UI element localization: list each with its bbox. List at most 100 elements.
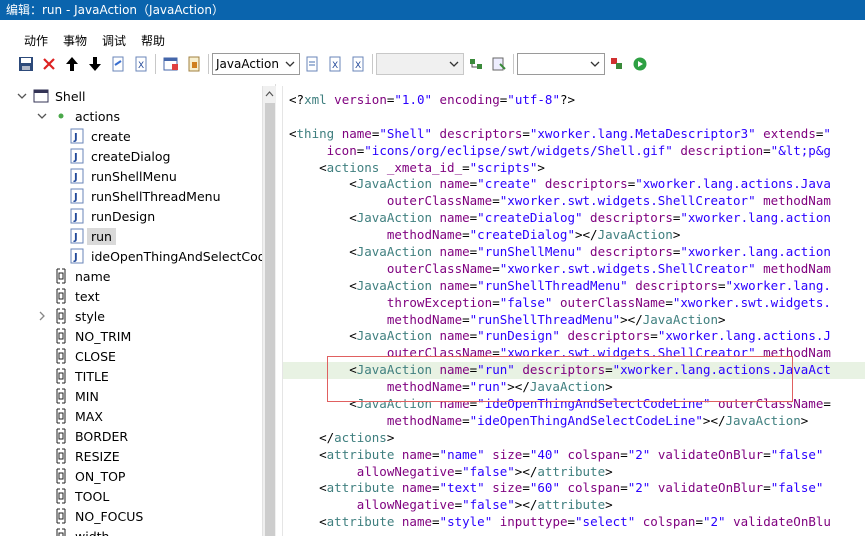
run-button[interactable] xyxy=(628,52,651,76)
tree-item[interactable]: Jrun xyxy=(52,226,116,246)
tree-item[interactable]: NO_FOCUS xyxy=(36,506,143,526)
tree-item[interactable]: width xyxy=(36,526,109,536)
code-token: colspan xyxy=(559,446,621,462)
code-line[interactable]: <JavaAction name = "runShellThreadMenu" de… xyxy=(289,278,831,295)
chevron-down-icon[interactable] xyxy=(36,110,48,122)
code-line[interactable]: <JavaAction name = "runDesign" descriptors… xyxy=(289,328,831,345)
code-line[interactable]: methodName="ideOpenThingAndSelectCodeLin… xyxy=(289,413,831,430)
tree-item-label: actions xyxy=(75,108,120,124)
tree-edit-button[interactable] xyxy=(487,52,510,76)
code-line[interactable]: <JavaAction name="runShellMenu" descript… xyxy=(289,244,831,261)
tree-item[interactable]: JrunDesign xyxy=(52,206,155,226)
tree-add-button[interactable] xyxy=(464,52,487,76)
code-line[interactable]: methodName="createDialog"></JavaAction> xyxy=(289,227,831,244)
attribute-icon xyxy=(53,528,69,536)
scrollbar-thumb[interactable] xyxy=(265,103,275,536)
explorer-button[interactable] xyxy=(159,52,182,76)
code-line[interactable] xyxy=(289,109,831,126)
chevron-down-icon xyxy=(449,61,459,67)
tree-item[interactable]: Shell xyxy=(16,86,86,106)
code-token: JavaAction xyxy=(356,210,432,226)
tree-item[interactable]: actions xyxy=(36,106,120,126)
tree-item[interactable]: Jcreate xyxy=(52,126,131,146)
code-line[interactable]: allowNegative="false"></attribute> xyxy=(289,497,831,514)
tree-item[interactable]: TOOL xyxy=(36,486,109,506)
descriptor-combo[interactable]: JavaAction xyxy=(212,53,300,75)
tree-item[interactable]: CLOSE xyxy=(36,346,116,366)
tree-scrollbar[interactable] xyxy=(262,86,276,536)
code-token: name xyxy=(432,244,470,260)
tree-item[interactable]: JrunShellMenu xyxy=(52,166,177,186)
open-link-button[interactable] xyxy=(106,52,129,76)
menu-debug[interactable]: 调试 xyxy=(92,28,131,50)
code-token: attribute xyxy=(326,480,395,496)
tree-item[interactable]: style xyxy=(36,306,105,326)
descriptor-xml2-button[interactable]: X xyxy=(346,52,369,76)
menu-thing[interactable]: 事物 xyxy=(53,28,92,50)
code-line[interactable]: <JavaAction name="create" descriptors="x… xyxy=(289,176,831,193)
code-line[interactable]: <attribute name="style" inputtype="selec… xyxy=(289,514,831,531)
xml-editor[interactable]: <?xml version="1.0" encoding="utf-8"?> <… xyxy=(282,86,865,536)
code-line[interactable]: allowNegative="false"></attribute> xyxy=(289,464,831,481)
run-small-button[interactable] xyxy=(605,52,628,76)
scroll-up-icon[interactable] xyxy=(263,86,276,102)
code-line[interactable]: icon = "icons/org/eclipse/swt/widgets/Shel… xyxy=(289,143,831,160)
code-token: attribute xyxy=(326,446,395,462)
code-line[interactable]: throwException="false" outerClassName="x… xyxy=(289,295,831,312)
code-line[interactable]: <actions _xmeta_id_="scripts"> xyxy=(289,160,831,177)
code-line[interactable]: <attribute name="text" size="60" colspan… xyxy=(289,480,831,497)
descriptor-open-button[interactable] xyxy=(300,52,323,76)
menu-help[interactable]: 帮助 xyxy=(131,28,170,50)
toolbar-separator xyxy=(155,54,156,74)
save-button[interactable] xyxy=(14,52,37,76)
tree-item[interactable]: JcreateDialog xyxy=(52,146,171,166)
descriptor-xml-button[interactable]: X xyxy=(323,52,346,76)
move-up-button[interactable] xyxy=(60,52,83,76)
tree-item[interactable]: BORDER xyxy=(36,426,128,446)
code-area[interactable]: <?xml version="1.0" encoding="utf-8"?> <… xyxy=(283,92,865,531)
move-down-button[interactable] xyxy=(83,52,106,76)
chevron-right-icon[interactable] xyxy=(36,310,48,322)
window-title: 编辑：run - JavaAction（JavaAction） xyxy=(6,3,224,17)
xml-button[interactable]: X xyxy=(129,52,152,76)
toolbar-separator xyxy=(372,54,373,74)
code-token: "scripts" xyxy=(469,159,538,175)
tree-item[interactable]: JrunShellThreadMenu xyxy=(52,186,221,206)
code-token: "text" xyxy=(439,480,485,496)
xml-icon: X xyxy=(329,56,340,72)
tree-item[interactable]: NO_TRIM xyxy=(36,326,131,346)
code-line[interactable]: <attribute name="name" size="40" colspan… xyxy=(289,447,831,464)
tree-item[interactable]: RESIZE xyxy=(36,446,120,466)
code-line[interactable]: outerClassName="xworker.swt.widgets.Shel… xyxy=(289,261,831,278)
edit-file-button[interactable] xyxy=(182,52,205,76)
tree-item[interactable]: text xyxy=(36,286,100,306)
tree-item[interactable]: TITLE xyxy=(36,366,109,386)
menu-action[interactable]: 动作 xyxy=(14,28,53,50)
java-icon: J xyxy=(69,208,85,224)
tree-item[interactable]: JideOpenThingAndSelectCodeLine xyxy=(52,246,275,266)
code-token: methodName xyxy=(289,311,463,327)
code-line[interactable]: <?xml version="1.0" encoding="utf-8"?> xyxy=(289,92,831,109)
tree-item[interactable]: name xyxy=(36,266,110,286)
code-line[interactable]: <thing name="Shell" descriptors="xworker… xyxy=(289,126,831,143)
outline-tree[interactable]: Shell actions Jcreate JcreateDialog JrunShel… xyxy=(0,84,276,536)
tree-item[interactable]: MAX xyxy=(36,406,103,426)
code-token: < xyxy=(289,328,357,344)
tree-item[interactable]: ON_TOP xyxy=(36,466,125,486)
code-line[interactable]: methodName="runShellThreadMenu"></JavaAc… xyxy=(289,312,831,329)
code-token: JavaAction xyxy=(356,244,432,260)
second-combo[interactable] xyxy=(376,53,464,75)
code-token: > xyxy=(605,497,613,513)
delete-button[interactable] xyxy=(37,52,60,76)
chevron-down-icon[interactable] xyxy=(16,90,28,102)
code-token: validateOnBlu xyxy=(725,514,831,530)
code-line[interactable]: </actions> xyxy=(289,430,831,447)
code-line[interactable]: <JavaAction name="createDialog" descript… xyxy=(289,210,831,227)
third-combo[interactable] xyxy=(517,53,605,75)
toolbar: X JavaAction X X xyxy=(14,50,865,78)
code-line[interactable]: outerClassName="xworker.swt.widgets.Shel… xyxy=(289,193,831,210)
tree-item[interactable]: MIN xyxy=(36,386,99,406)
